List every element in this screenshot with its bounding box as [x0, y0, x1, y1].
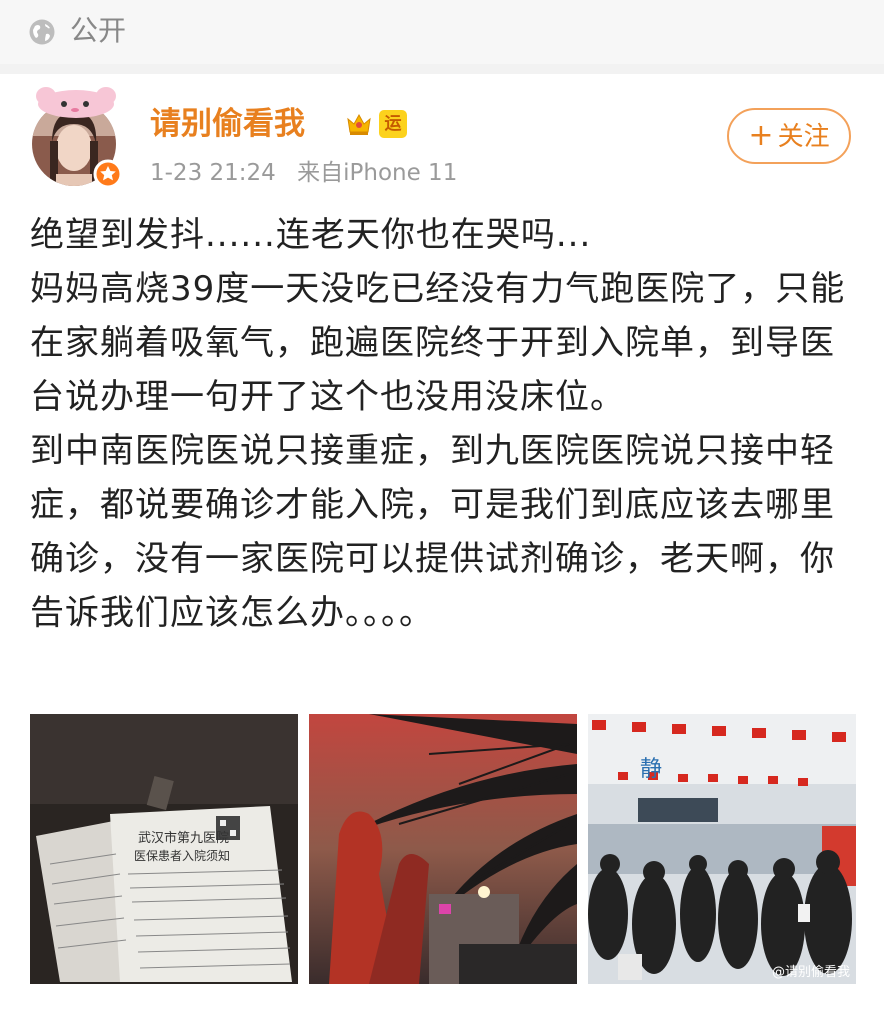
member-badge: 运: [379, 110, 407, 138]
image-watermark: @请别偷看我: [771, 965, 850, 980]
image-palm-night[interactable]: [309, 714, 577, 984]
post-source: 来自iPhone 11: [297, 160, 458, 186]
follow-label: 关注: [777, 122, 830, 152]
slip-hospital-name: 武汉市第九医院: [138, 830, 229, 846]
follow-button[interactable]: + 关注: [727, 108, 851, 164]
post-paragraph: 妈妈高烧39度一天没吃已经没有力气跑医院了，只能在家躺着吸氧气，跑遍医院终于开到…: [30, 269, 846, 417]
image-grid: 武汉市第九医院 医保患者入院须知 静 @请别偷看我: [30, 714, 856, 984]
image-hospital-crowd[interactable]: 静 @请别偷看我: [588, 714, 856, 984]
hospital-sign: 静: [640, 757, 662, 782]
section-gap: [0, 64, 884, 74]
post-time: 1-23 21:24: [150, 160, 276, 186]
post-meta: 1-23 21:24 来自iPhone 11: [150, 158, 471, 188]
globe-icon: [29, 19, 55, 45]
post-body: 绝望到发抖......连老天你也在哭吗... 妈妈高烧39度一天没吃已经没有力气…: [30, 208, 856, 640]
plus-icon: +: [748, 118, 774, 153]
avatar[interactable]: [30, 86, 123, 190]
crown-icon: [347, 113, 371, 135]
post-paragraph: 到中南医院医说只接重症，到九医院医院说只接中轻症，都说要确诊才能入院，可是我们到…: [30, 431, 835, 633]
author-name[interactable]: 请别偷看我: [150, 104, 305, 144]
image-admission-slips[interactable]: 武汉市第九医院 医保患者入院须知: [30, 714, 298, 984]
post-paragraph: 绝望到发抖......连老天你也在哭吗...: [30, 215, 592, 255]
visibility-bar: 公开: [0, 0, 884, 65]
visibility-label: 公开: [70, 14, 127, 47]
slip-title: 医保患者入院须知: [134, 849, 230, 863]
